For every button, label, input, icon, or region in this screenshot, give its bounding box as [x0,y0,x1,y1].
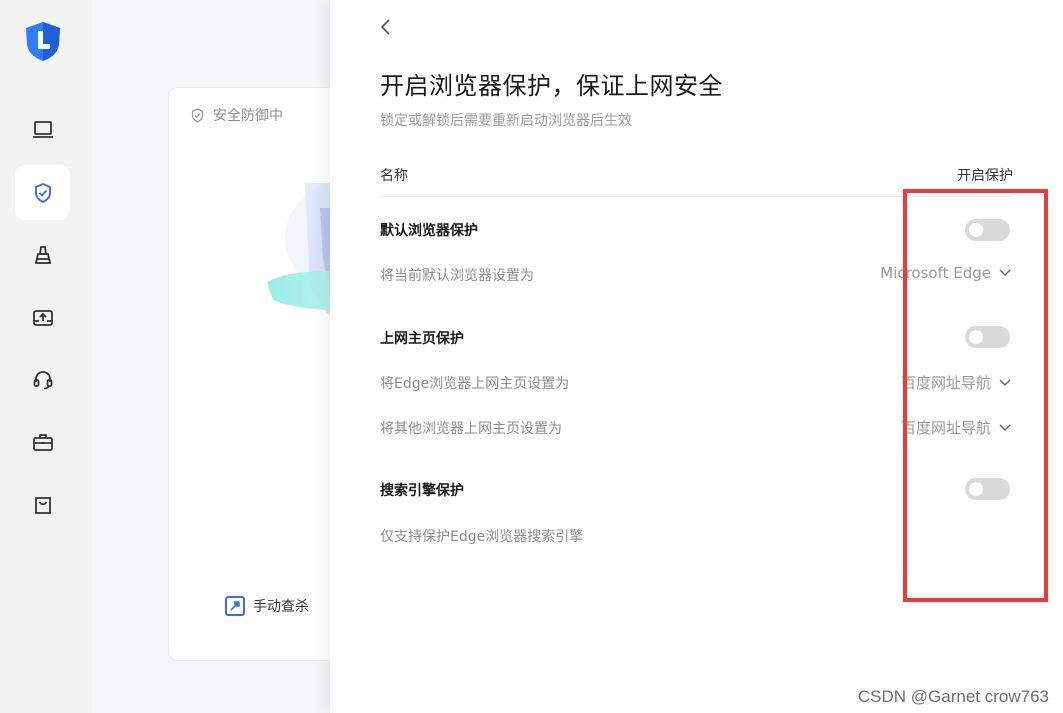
sidebar [0,0,92,713]
default-browser-protection-title: 默认浏览器保护 [380,223,478,239]
app-logo-icon[interactable] [22,20,64,62]
broom-icon [34,245,51,264]
manual-scan-button[interactable]: 手动查杀 [225,596,309,616]
homepage-protection-title: 上网主页保护 [380,331,464,347]
search-engine-protection-title: 搜索引擎保护 [380,483,464,499]
other-homepage-setting-label: 将其他浏览器上网主页设置为 [380,421,562,437]
sidebar-item-toolbox[interactable] [15,414,70,469]
sidebar-item-store[interactable] [15,477,70,532]
manual-scan-label: 手动查杀 [253,599,309,615]
protection-status: 安全防御中 [189,105,283,125]
drive-upload-icon [32,309,53,326]
shield-check-icon [191,107,204,123]
wrench-icon [225,596,245,616]
sidebar-item-cleanup[interactable] [15,227,70,282]
sidebar-item-drive[interactable] [15,290,70,345]
search-engine-note: 仅支持保护Edge浏览器搜索引擎 [380,529,584,545]
shield-check-icon [34,182,51,203]
protection-status-label: 安全防御中 [213,108,283,124]
highlight-box [903,189,1048,602]
edge-homepage-setting-label: 将Edge浏览器上网主页设置为 [380,376,570,392]
sidebar-item-computer[interactable] [15,102,70,157]
default-browser-setting-label: 将当前默认浏览器设置为 [380,268,534,284]
headset-icon [33,370,52,389]
column-header-protection: 开启保护 [957,168,1013,184]
column-header-name: 名称 [380,168,408,184]
shopping-bag-icon [34,496,51,514]
page-title: 开启浏览器保护，保证上网安全 [380,72,723,100]
back-arrow-icon[interactable] [377,16,393,38]
computer-icon [32,120,53,138]
page-subtitle: 锁定或解锁后需要重新启动浏览器后生效 [380,113,632,129]
sidebar-item-support[interactable] [15,352,70,407]
sidebar-item-protection[interactable] [15,165,70,220]
watermark: CSDN @Garnet crow763 [857,687,1049,706]
toolbox-icon [32,433,53,451]
